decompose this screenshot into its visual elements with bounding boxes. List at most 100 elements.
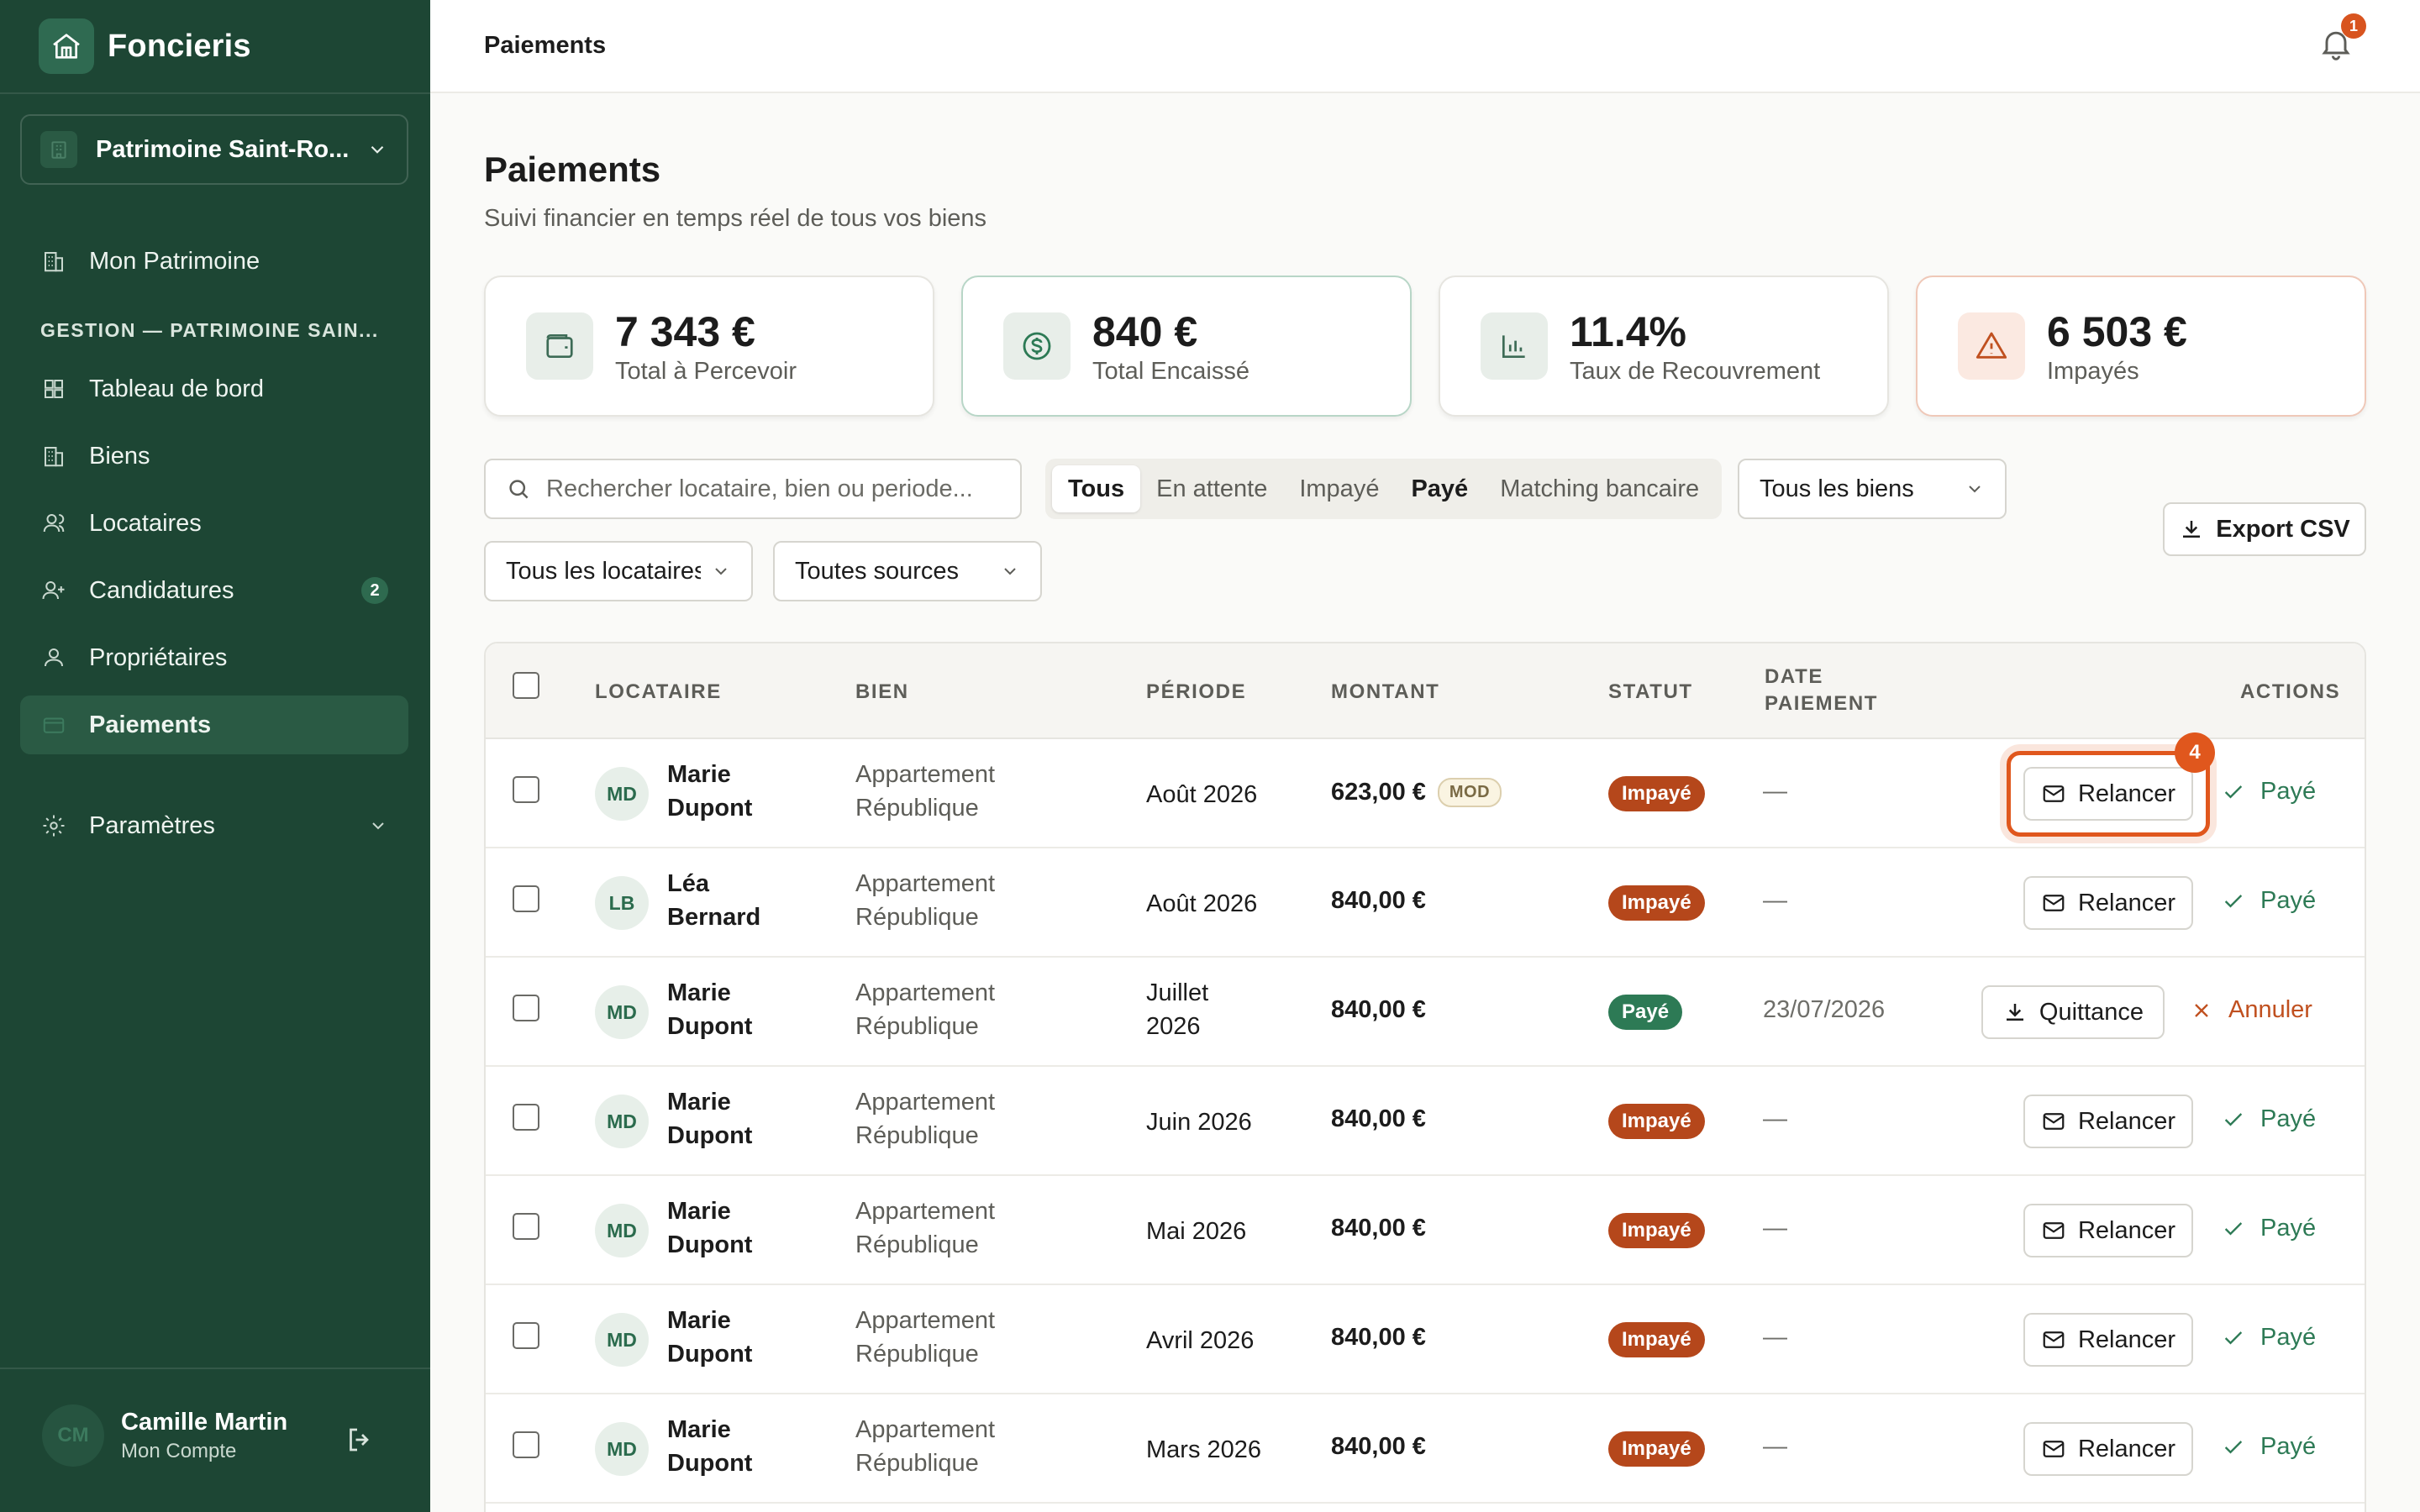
locataires-select[interactable]: Tous les locataires <box>484 541 753 601</box>
mark-paid-button[interactable]: Payé <box>2222 778 2316 806</box>
relancer-button[interactable]: Relancer <box>2023 1204 2193 1257</box>
status-badge: Impayé <box>1608 1104 1705 1139</box>
column-header-paiement[interactable]: PAIEMENT <box>1765 692 1878 716</box>
amount: 840,00 € <box>1331 887 1426 915</box>
mail-icon <box>2041 1327 2066 1352</box>
tab-impaye[interactable]: Impayé <box>1283 465 1395 512</box>
amount: 623,00 € MOD <box>1331 778 1502 807</box>
stat-label: Taux de Recouvrement <box>1570 357 1821 385</box>
tenant-name[interactable]: Marie Dupont <box>667 976 785 1043</box>
payment-date: — <box>1763 1215 1787 1242</box>
export-label: Export CSV <box>2216 515 2350 543</box>
row-checkbox[interactable] <box>513 1104 539 1131</box>
row-checkbox[interactable] <box>513 885 539 912</box>
table-row[interactable]: MD Marie Dupont Appartement République J… <box>486 958 2365 1067</box>
mark-paid-button[interactable]: Payé <box>2222 1215 2316 1242</box>
amount-value: 840,00 € <box>1331 1324 1426 1351</box>
tenant-name[interactable]: Marie Dupont <box>667 1085 785 1152</box>
mark-paid-button[interactable]: Payé <box>2222 887 2316 915</box>
table-row[interactable]: MD Marie Dupont Appartement République M… <box>486 1176 2365 1285</box>
tab-paye[interactable]: Payé <box>1395 465 1484 512</box>
button-label: Annuler <box>2228 996 2312 1023</box>
chevron-down-icon <box>368 816 388 836</box>
warning-icon <box>1958 312 2025 380</box>
export-csv-button[interactable]: Export CSV <box>2163 502 2366 556</box>
notifications-button[interactable]: 1 <box>2317 13 2366 66</box>
cancel-payment-button[interactable]: Annuler <box>2190 996 2312 1024</box>
brand[interactable]: Foncieris <box>39 18 251 74</box>
nav-item-biens[interactable]: Biens <box>20 427 408 486</box>
sources-select[interactable]: Toutes sources <box>773 541 1042 601</box>
mark-paid-button[interactable]: Payé <box>2222 1433 2316 1461</box>
nav-item-proprietaires[interactable]: Propriétaires <box>20 628 408 687</box>
tenant-name[interactable]: Léa Bernard <box>667 867 785 934</box>
search-input[interactable] <box>546 475 1000 503</box>
amount: 840,00 € <box>1331 1215 1426 1242</box>
column-header-locataire[interactable]: LOCATAIRE <box>595 680 722 704</box>
check-icon <box>2222 1217 2245 1241</box>
relancer-button[interactable]: Relancer <box>2023 767 2193 821</box>
table-row[interactable]: MD Marie Dupont Appartement République A… <box>486 732 2365 848</box>
relancer-button[interactable]: Relancer <box>2023 1095 2193 1148</box>
status-badge: Impayé <box>1608 1322 1705 1357</box>
tenant-name[interactable]: Marie Dupont <box>667 1413 785 1480</box>
relancer-button[interactable]: Relancer <box>2023 1422 2193 1476</box>
nav-label: Paiements <box>89 711 212 738</box>
table-row[interactable]: MD Marie Dupont Appartement République M… <box>486 1394 2365 1504</box>
nav-item-tableau-de-bord[interactable]: Tableau de bord <box>20 360 408 418</box>
relancer-button[interactable]: Relancer <box>2023 1313 2193 1367</box>
tab-en-attente[interactable]: En attente <box>1140 465 1283 512</box>
user-account[interactable]: CM Camille Martin Mon Compte <box>42 1404 287 1467</box>
amount-value: 840,00 € <box>1331 887 1426 914</box>
column-header-montant[interactable]: MONTANT <box>1331 680 1439 704</box>
biens-select[interactable]: Tous les biens <box>1738 459 2007 519</box>
search-field[interactable] <box>484 459 1022 519</box>
logout-icon[interactable] <box>345 1425 375 1455</box>
nav-item-locataires[interactable]: Locataires <box>20 494 408 553</box>
mark-paid-button[interactable]: Payé <box>2222 1324 2316 1352</box>
tenant-name[interactable]: Marie Dupont <box>667 1304 785 1371</box>
nav-item-candidatures[interactable]: Candidatures 2 <box>20 561 408 620</box>
quittance-button[interactable]: Quittance <box>1981 985 2165 1039</box>
nav-label: Candidatures <box>89 576 234 604</box>
check-icon <box>2222 890 2245 913</box>
column-header-bien[interactable]: BIEN <box>855 680 909 704</box>
tenant-name[interactable]: Marie Dupont <box>667 1194 785 1262</box>
row-checkbox[interactable] <box>513 1431 539 1458</box>
nav-item-paiements[interactable]: Paiements <box>20 696 408 754</box>
payment-date: — <box>1763 1433 1787 1460</box>
relancer-button[interactable]: Relancer <box>2023 876 2193 930</box>
table-row[interactable]: LB Léa Bernard Appartement République Ao… <box>486 848 2365 958</box>
column-header-statut[interactable]: STATUT <box>1608 680 1693 704</box>
row-checkbox[interactable] <box>513 1213 539 1240</box>
tab-tous[interactable]: Tous <box>1052 465 1141 512</box>
row-checkbox[interactable] <box>513 776 539 803</box>
column-header-periode[interactable]: PÉRIODE <box>1146 680 1246 704</box>
property-name: Appartement République <box>855 979 996 1040</box>
tenant-name[interactable]: Marie Dupont <box>667 758 785 825</box>
column-header-date[interactable]: DATE <box>1765 665 1823 689</box>
select-value: Tous les biens <box>1760 475 1914 502</box>
stat-card-taux-de-recouvrement: 11.4% Taux de Recouvrement <box>1439 276 1889 417</box>
row-checkbox[interactable] <box>513 1322 539 1349</box>
nav-item-mon-patrimoine[interactable]: Mon Patrimoine <box>20 232 408 291</box>
nav-item-parametres[interactable]: Paramètres <box>20 796 408 855</box>
avatar: CM <box>42 1404 104 1467</box>
table-row[interactable]: MD Marie Dupont Appartement République J… <box>486 1067 2365 1176</box>
organization-select[interactable]: Patrimoine Saint-Ro... <box>20 114 408 185</box>
button-label: Relancer <box>2077 1435 2176 1462</box>
check-icon <box>2222 1436 2245 1459</box>
button-label: Relancer <box>2077 780 2176 807</box>
mark-paid-button[interactable]: Payé <box>2222 1105 2316 1133</box>
topbar: Paiements 1 <box>430 0 2420 93</box>
select-all-checkbox[interactable] <box>513 672 539 699</box>
stat-label: Total Encaissé <box>1092 357 1249 385</box>
candidatures-count-badge: 2 <box>361 577 388 604</box>
step-count-badge: 4 <box>2175 732 2215 773</box>
tab-matching-bancaire[interactable]: Matching bancaire <box>1484 465 1715 512</box>
bar-chart-icon <box>1481 312 1548 380</box>
avatar: MD <box>595 985 649 1039</box>
row-checkbox[interactable] <box>513 995 539 1021</box>
table-row[interactable]: MD Marie Dupont Appartement République A… <box>486 1285 2365 1394</box>
period: Juillet 2026 <box>1146 979 1209 1040</box>
